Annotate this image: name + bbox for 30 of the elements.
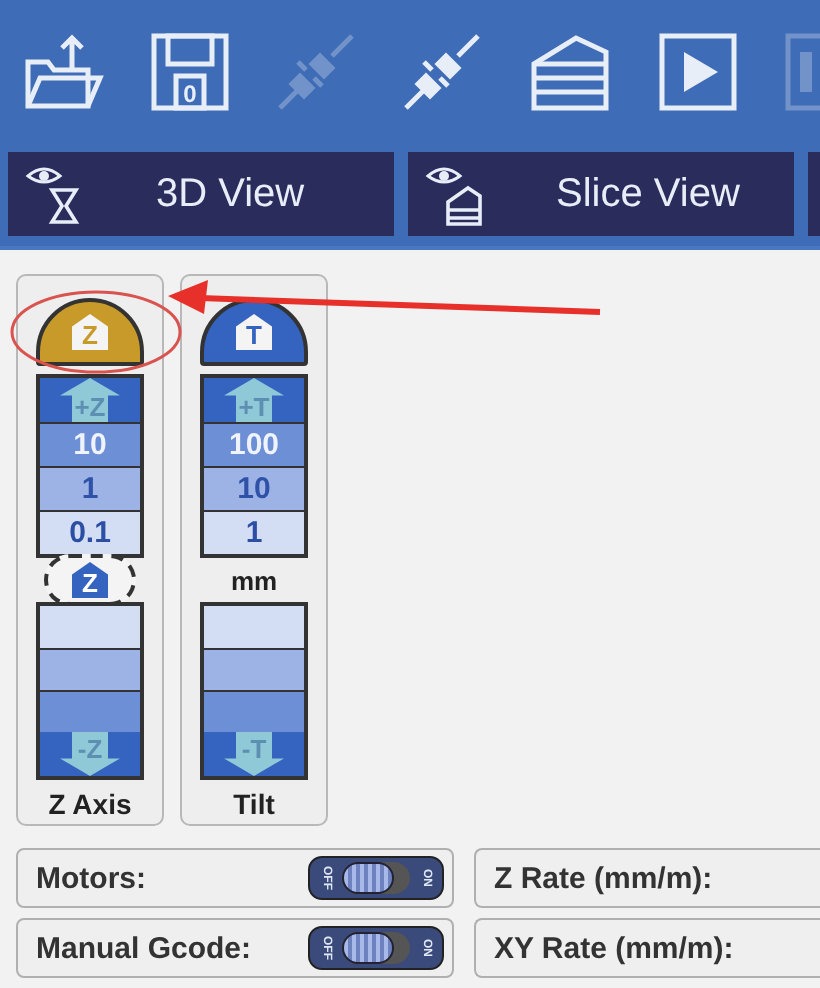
view-tab[interactable]: 3D View: [8, 152, 394, 236]
home-badge-button[interactable]: Z: [44, 554, 136, 606]
axis-label: Tilt: [233, 788, 275, 820]
step-button[interactable]: 1: [40, 466, 140, 510]
rate-field[interactable]: XY Rate (mm/m):: [474, 918, 820, 978]
play-icon[interactable]: [658, 32, 738, 112]
rate-label: Z Rate (mm/m):: [494, 861, 713, 895]
home-button[interactable]: T: [200, 298, 308, 366]
step-button[interactable]: [40, 648, 140, 690]
plug-icon[interactable]: [402, 32, 482, 112]
step-button[interactable]: [40, 690, 140, 732]
rate-label: XY Rate (mm/m):: [494, 931, 734, 965]
eye-cake-icon: [424, 162, 484, 226]
step-button[interactable]: 1: [204, 510, 304, 554]
step-button[interactable]: [204, 690, 304, 732]
step-button[interactable]: 10: [204, 466, 304, 510]
folder-upload-icon[interactable]: [20, 30, 104, 114]
step-button[interactable]: 100: [204, 422, 304, 466]
step-button[interactable]: 0.1: [40, 510, 140, 554]
rate-field[interactable]: Z Rate (mm/m):: [474, 848, 820, 908]
step-button[interactable]: [204, 648, 304, 690]
switch-label: Manual Gcode:: [36, 931, 252, 965]
layered-cake-icon[interactable]: [528, 32, 612, 112]
view-tab[interactable]: Slice View: [408, 152, 794, 236]
eye-hourglass-icon: [24, 162, 84, 226]
step-button[interactable]: 10: [40, 422, 140, 466]
unit-label: mm: [230, 565, 278, 595]
floppy-disk-icon[interactable]: 0: [150, 32, 230, 112]
axis-label: Z Axis: [48, 788, 132, 820]
switch-label: Motors:: [36, 861, 146, 895]
